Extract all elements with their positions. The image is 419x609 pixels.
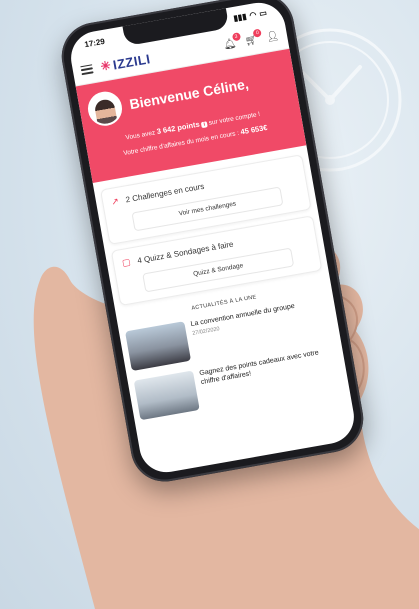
points-value: 3 642 points	[156, 119, 201, 136]
status-time: 17:29	[83, 36, 106, 49]
welcome-title: Bienvenue Céline,	[128, 75, 250, 113]
trend-up-icon: ↗	[110, 195, 120, 207]
app-logo[interactable]: ✳ IZZILI	[99, 51, 151, 74]
user-icon[interactable]: 👤︎	[265, 30, 279, 43]
bell-icon[interactable]: 🔔︎ 3	[223, 31, 241, 51]
points-info-icon[interactable]: i	[201, 121, 208, 129]
news-thumbnail	[125, 321, 192, 372]
news-thumbnail	[133, 370, 200, 421]
signal-icon: ▮▮▮	[232, 11, 248, 23]
header-actions: 🔔︎ 3 🛒︎ 0 👤︎	[223, 27, 280, 51]
logo-star-icon: ✳	[99, 58, 113, 74]
status-icons: ▮▮▮ ◠ ▭	[233, 8, 268, 23]
hamburger-menu-icon[interactable]	[80, 63, 94, 75]
logo-text: IZZILI	[111, 50, 152, 73]
battery-icon: ▭	[258, 7, 268, 18]
cart-icon[interactable]: 🛒︎ 0	[244, 27, 263, 47]
avatar[interactable]	[85, 89, 125, 129]
wifi-icon: ◠	[248, 9, 258, 20]
cart-badge: 0	[252, 27, 263, 38]
revenue-value: 45 653€	[239, 122, 269, 137]
notification-badge: 3	[231, 31, 241, 41]
main-content: ↗ 2 Challenges en cours Voir mes challen…	[93, 145, 352, 439]
chat-bubble-icon: ▢	[121, 256, 132, 269]
